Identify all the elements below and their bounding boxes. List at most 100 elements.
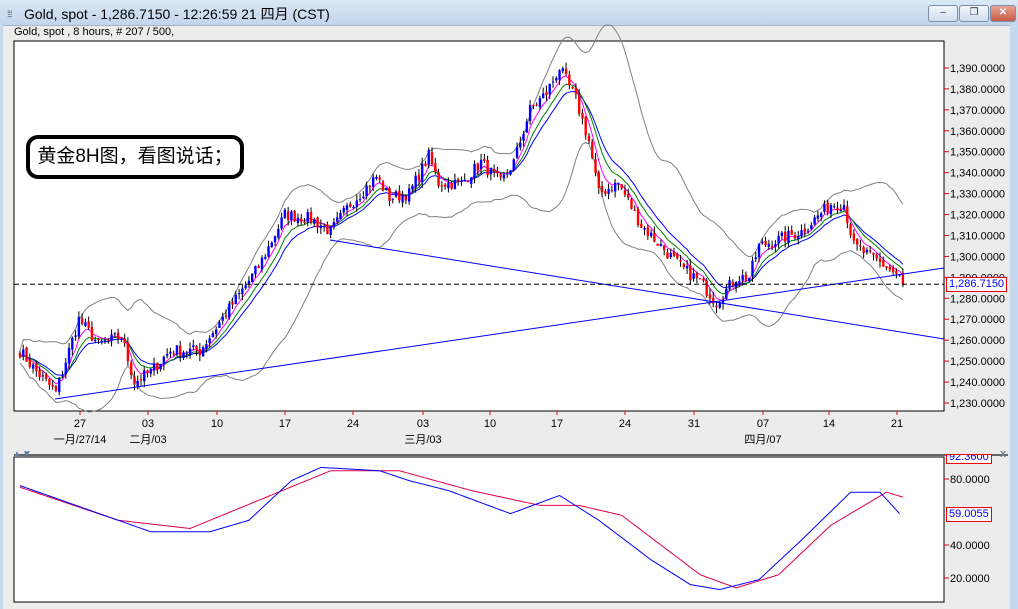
candle-body bbox=[577, 94, 581, 114]
x-tick-label: 17 bbox=[551, 418, 563, 430]
candle-body bbox=[94, 340, 97, 342]
candle-body bbox=[162, 356, 166, 365]
candle-body bbox=[254, 266, 257, 275]
candle-body bbox=[702, 278, 705, 281]
candle-body bbox=[797, 236, 800, 240]
x-tick-label: 31 bbox=[688, 418, 700, 430]
candle-body bbox=[38, 369, 41, 378]
candle-body bbox=[790, 230, 793, 235]
candle-body bbox=[869, 250, 872, 252]
candle-body bbox=[211, 332, 215, 338]
x-tick-label: 21 bbox=[891, 418, 903, 430]
candle-body bbox=[77, 316, 81, 337]
indicator-y-label: 80.0000 bbox=[950, 474, 990, 486]
candle-body bbox=[54, 385, 58, 391]
candle-body bbox=[787, 230, 790, 244]
candle-body bbox=[597, 172, 600, 188]
indicator-y-label: 40.0000 bbox=[950, 540, 990, 552]
candle-body bbox=[345, 205, 349, 210]
candle-body bbox=[806, 230, 810, 232]
candle-body bbox=[770, 245, 774, 248]
candle-body bbox=[689, 265, 692, 281]
candle-body bbox=[741, 275, 744, 281]
candle-body bbox=[362, 196, 365, 199]
y-tick-label: 1,330.0000 bbox=[950, 189, 1005, 201]
candle-body bbox=[878, 258, 882, 262]
x-tick-label: 03 bbox=[142, 418, 154, 430]
candle-body bbox=[885, 266, 888, 269]
indicator-y-label: 20.0000 bbox=[950, 573, 990, 585]
candle-body bbox=[695, 273, 699, 278]
candle-body bbox=[800, 230, 803, 237]
candle-body bbox=[22, 349, 25, 356]
candle-body bbox=[257, 265, 260, 269]
candle-body bbox=[460, 180, 463, 182]
candle-body bbox=[260, 257, 264, 270]
candle-body bbox=[604, 191, 607, 195]
candle-body bbox=[64, 362, 67, 375]
candle-body bbox=[823, 203, 826, 212]
candle-body bbox=[891, 267, 895, 273]
candle-body bbox=[793, 234, 797, 239]
candle-body bbox=[855, 239, 859, 245]
candle-body bbox=[646, 227, 650, 236]
candle-body bbox=[555, 78, 558, 81]
candle-body bbox=[218, 322, 221, 328]
candle-body bbox=[41, 375, 45, 377]
candle-body bbox=[234, 294, 238, 304]
y-tick-label: 1,240.0000 bbox=[950, 377, 1005, 389]
candle-body bbox=[322, 225, 326, 228]
annotation-box: 黄金8H图，看图说话； bbox=[26, 135, 244, 179]
candle-body bbox=[264, 256, 267, 259]
candle-body bbox=[61, 374, 64, 377]
candle-body bbox=[391, 198, 394, 200]
candle-body bbox=[522, 134, 525, 141]
price-chart[interactable]: 1,390.0000 1,380.0000 1,370.0000 1,360.0000… bbox=[0, 0, 1018, 609]
candle-body bbox=[620, 184, 623, 189]
x-tick-label: 10 bbox=[211, 418, 223, 430]
candle-body bbox=[139, 379, 143, 381]
candle-body bbox=[473, 163, 476, 178]
candle-body bbox=[610, 190, 614, 192]
candle-body bbox=[352, 206, 355, 209]
candle-body bbox=[591, 141, 594, 158]
candle-body bbox=[280, 217, 283, 229]
candle-body bbox=[470, 177, 473, 185]
candle-body bbox=[859, 245, 862, 247]
candle-body bbox=[708, 294, 712, 299]
candle-body bbox=[712, 297, 715, 304]
y-tick-label: 1,370.0000 bbox=[950, 105, 1005, 117]
candle-body bbox=[623, 189, 627, 196]
pane-close-button[interactable]: x bbox=[1000, 448, 1006, 460]
pane-resize-arrows[interactable]: ▲▼ bbox=[12, 449, 32, 460]
candle-body bbox=[685, 266, 689, 269]
candle-body bbox=[617, 182, 620, 185]
x-tick-label: 27 bbox=[74, 418, 86, 430]
candle-body bbox=[250, 273, 254, 283]
candle-body bbox=[378, 177, 381, 180]
candle-body bbox=[496, 171, 499, 174]
candle-body bbox=[358, 199, 362, 201]
candle-body bbox=[456, 179, 460, 181]
candle-body bbox=[224, 315, 228, 317]
candle-body bbox=[74, 335, 77, 337]
candle-body bbox=[31, 364, 35, 369]
candle-body bbox=[882, 260, 885, 267]
candle-body bbox=[705, 280, 708, 296]
candle-body bbox=[852, 233, 856, 241]
candle-body bbox=[80, 318, 84, 324]
candle-body bbox=[273, 236, 277, 243]
current-price-label: 1,286.7150 bbox=[946, 277, 1008, 292]
candle-body bbox=[267, 246, 270, 257]
x-month-label: 二月/03 bbox=[129, 434, 166, 446]
candle-body bbox=[129, 362, 133, 375]
candle-body bbox=[221, 316, 224, 321]
candle-body bbox=[479, 159, 483, 169]
candle-body bbox=[201, 347, 205, 357]
x-tick-label: 17 bbox=[279, 418, 291, 430]
candle-body bbox=[58, 378, 61, 393]
candle-body bbox=[241, 288, 244, 295]
candle-body bbox=[113, 333, 117, 335]
candle-body bbox=[826, 202, 829, 213]
candle-body bbox=[532, 105, 535, 107]
